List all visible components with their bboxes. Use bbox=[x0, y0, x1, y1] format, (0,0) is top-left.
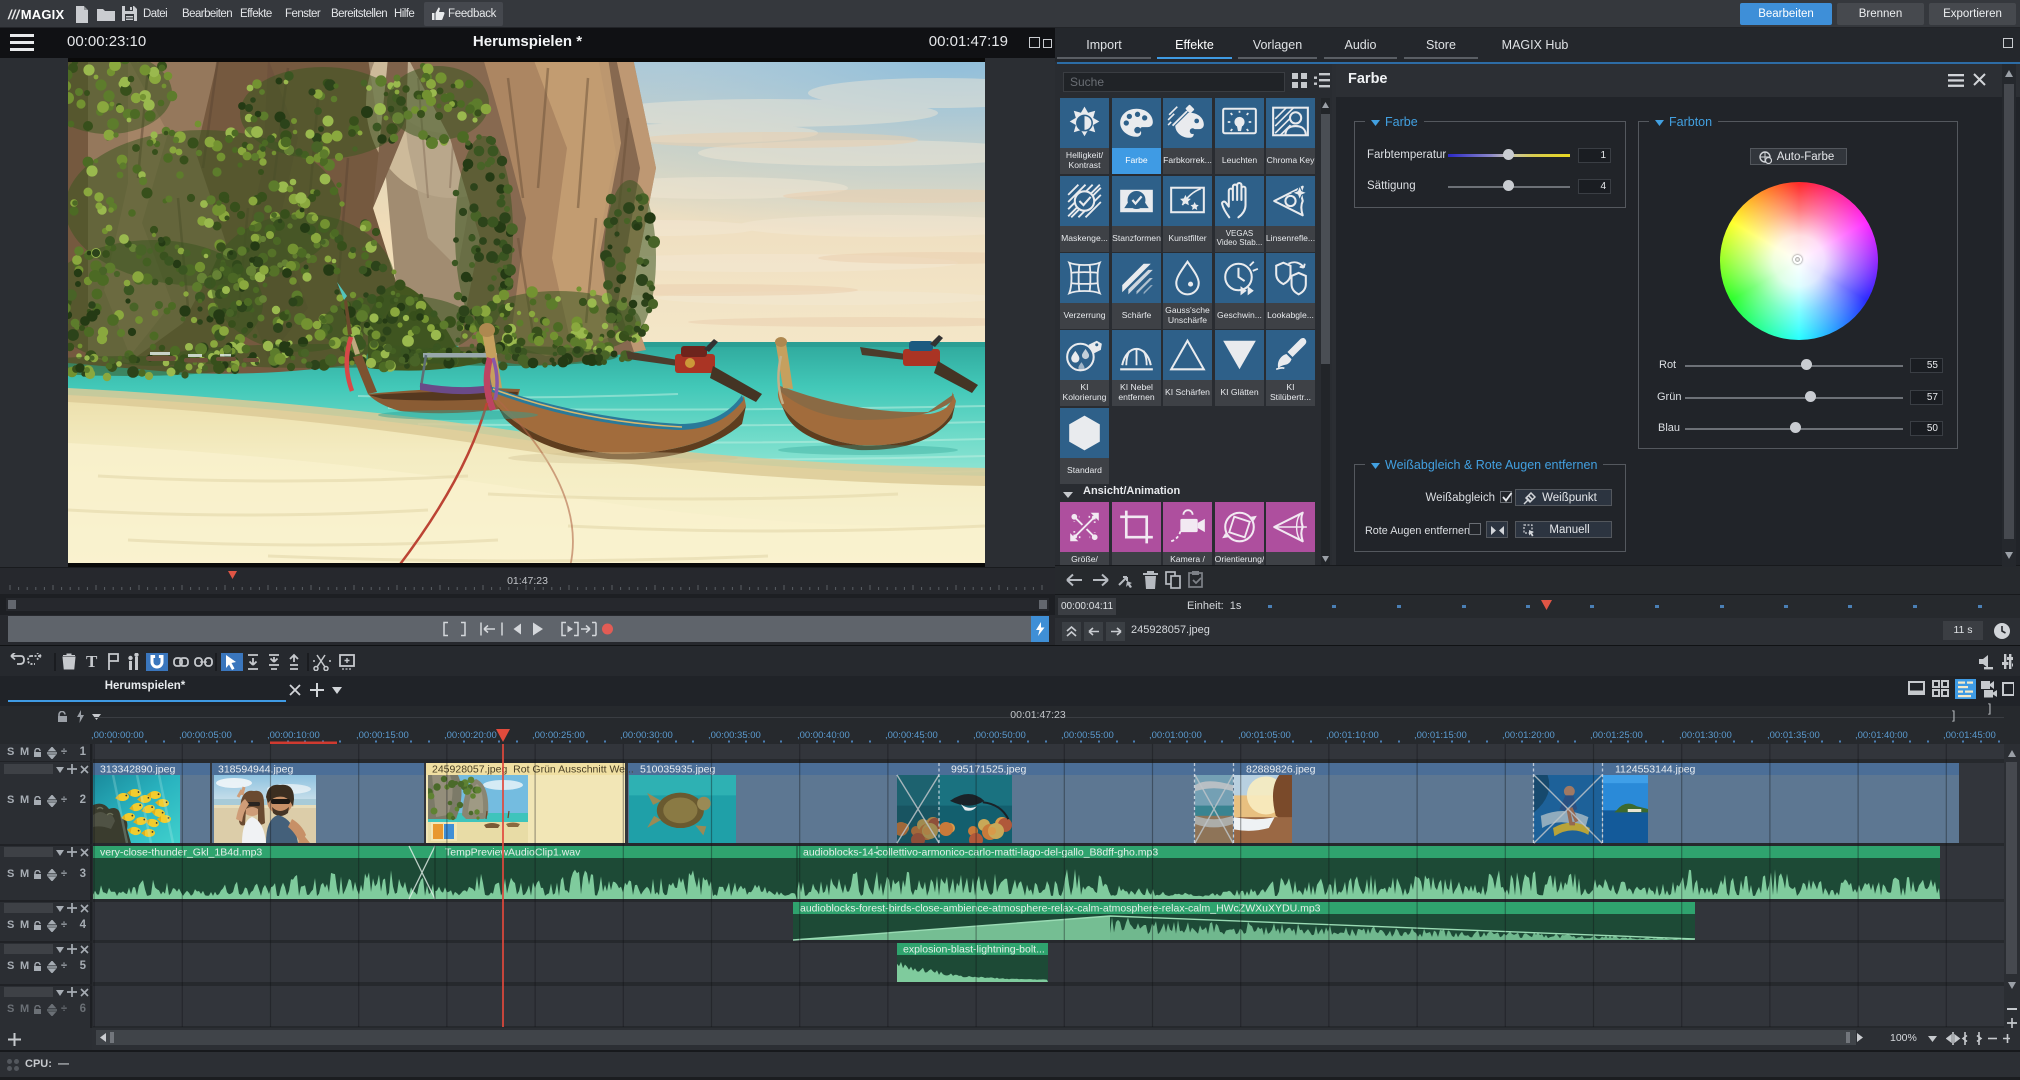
svg-text:audioblocks-14-collettivo-armo: audioblocks-14-collettivo-armonico-carlo… bbox=[803, 847, 1158, 859]
svg-text:,00:00:10:00: ,00:00:10:00 bbox=[267, 730, 320, 741]
svg-text:,00:01:20:00: ,00:01:20:00 bbox=[1502, 730, 1555, 741]
svg-text:,00:01:30:00: ,00:01:30:00 bbox=[1679, 730, 1732, 741]
svg-text:,00:01:00:00: ,00:01:00:00 bbox=[1149, 730, 1202, 741]
svg-text:318594944.jpeg: 318594944.jpeg bbox=[218, 764, 293, 776]
svg-text:,00:01:35:00: ,00:01:35:00 bbox=[1767, 730, 1820, 741]
svg-text:,00:00:05:00: ,00:00:05:00 bbox=[179, 730, 232, 741]
svg-text:,00:01:25:00: ,00:01:25:00 bbox=[1590, 730, 1643, 741]
svg-text:explosion-blast-lightning-bolt: explosion-blast-lightning-bolt... bbox=[903, 944, 1045, 956]
svg-text:995171525.jpeg: 995171525.jpeg bbox=[951, 764, 1026, 776]
svg-text:,00:00:00:00: ,00:00:00:00 bbox=[91, 730, 144, 741]
svg-text:TempPreviewAudioClip1.wav: TempPreviewAudioClip1.wav bbox=[445, 847, 581, 859]
svg-text:82889826.jpeg: 82889826.jpeg bbox=[1246, 764, 1316, 776]
svg-text:,00:01:15:00: ,00:01:15:00 bbox=[1414, 730, 1467, 741]
svg-text:very-close-thunder_Gkl_1B4d.mp: very-close-thunder_Gkl_1B4d.mp3 bbox=[100, 847, 262, 859]
svg-text:245928057.jpeg Rot Grün Aussc: 245928057.jpeg Rot Grün Ausschnitt We... bbox=[432, 764, 634, 776]
svg-text:,00:00:40:00: ,00:00:40:00 bbox=[797, 730, 850, 741]
svg-text:510035935.jpeg: 510035935.jpeg bbox=[640, 764, 715, 776]
svg-text:1124553144.jpeg: 1124553144.jpeg bbox=[1615, 764, 1696, 776]
svg-text:audioblocks-forest-birds-close: audioblocks-forest-birds-close-ambience-… bbox=[800, 903, 1321, 915]
svg-text:,00:00:20:00: ,00:00:20:00 bbox=[444, 730, 497, 741]
svg-text:,00:01:45:00: ,00:01:45:00 bbox=[1943, 730, 1996, 741]
svg-text:,00:00:45:00: ,00:00:45:00 bbox=[885, 730, 938, 741]
svg-text:,00:00:35:00: ,00:00:35:00 bbox=[708, 730, 761, 741]
svg-text:313342890.jpeg: 313342890.jpeg bbox=[100, 764, 175, 776]
svg-text:,00:00:55:00: ,00:00:55:00 bbox=[1061, 730, 1114, 741]
svg-text:,00:00:25:00: ,00:00:25:00 bbox=[532, 730, 585, 741]
svg-text:,00:00:30:00: ,00:00:30:00 bbox=[620, 730, 673, 741]
svg-text:,00:01:40:00: ,00:01:40:00 bbox=[1855, 730, 1908, 741]
svg-text:,00:00:15:00: ,00:00:15:00 bbox=[356, 730, 409, 741]
svg-text:,00:01:05:00: ,00:01:05:00 bbox=[1238, 730, 1291, 741]
svg-text:T: T bbox=[86, 653, 98, 671]
svg-text:,00:00:50:00: ,00:00:50:00 bbox=[973, 730, 1026, 741]
svg-text:,00:01:10:00: ,00:01:10:00 bbox=[1326, 730, 1379, 741]
